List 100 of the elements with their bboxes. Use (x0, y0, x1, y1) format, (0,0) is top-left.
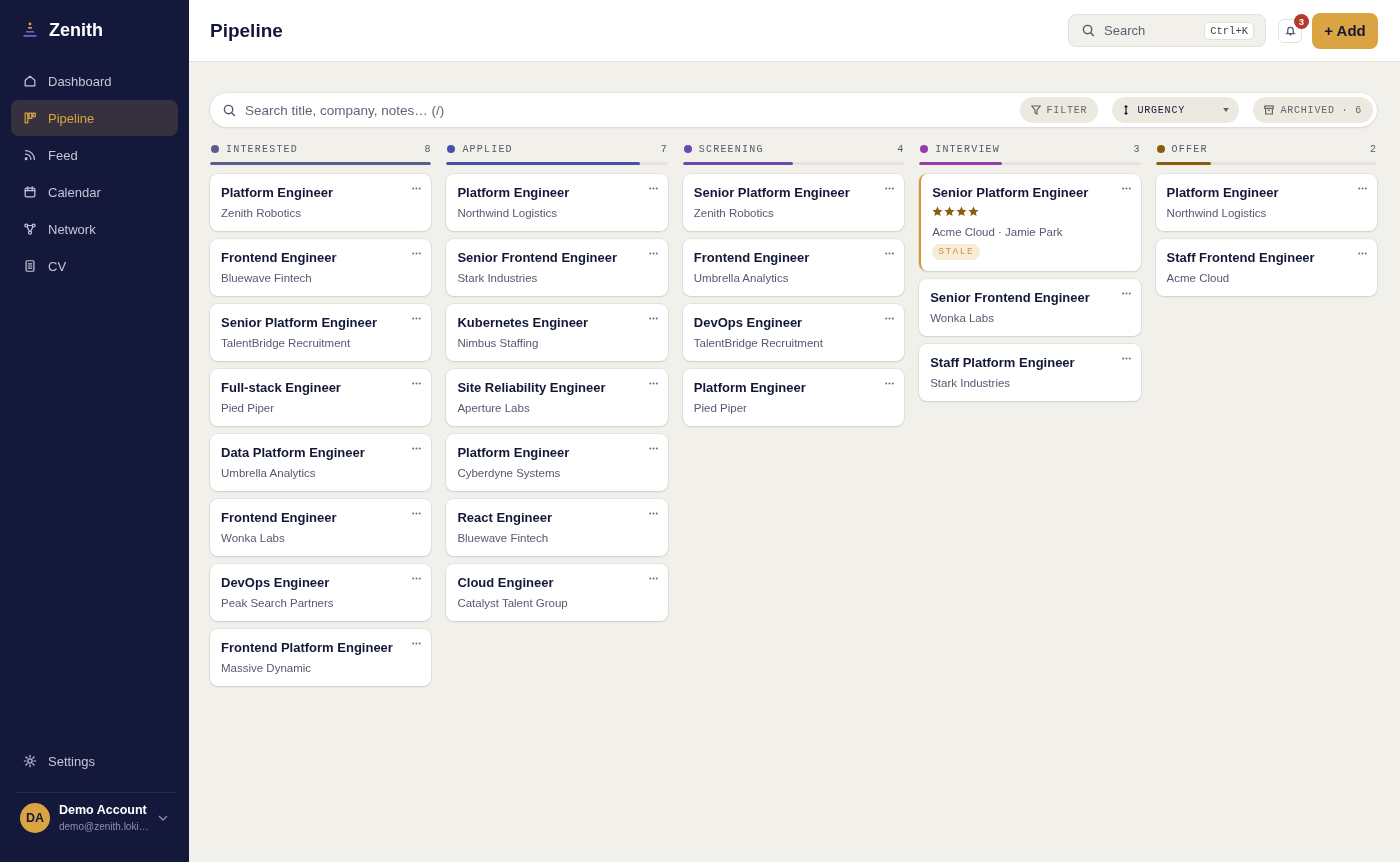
more-icon[interactable] (412, 512, 422, 515)
job-card[interactable]: Cloud Engineer Catalyst Talent Group (446, 564, 668, 621)
add-button[interactable]: + Add (1312, 12, 1378, 49)
card-title: React Engineer (457, 510, 554, 526)
more-icon[interactable] (885, 252, 895, 255)
more-icon[interactable] (648, 252, 658, 255)
card-title: Staff Frontend Engineer (1166, 250, 1316, 266)
chevron-down-icon[interactable] (157, 815, 168, 821)
job-card[interactable]: Full-stack Engineer Pied Piper (210, 369, 432, 426)
more-icon[interactable] (1358, 252, 1367, 255)
company-name: Catalyst Talent Group (457, 596, 568, 610)
more-icon[interactable] (412, 642, 422, 645)
company-name: Stark Industries (930, 376, 1011, 390)
more-icon[interactable] (412, 317, 422, 320)
company-name: Northwind Logistics (457, 206, 558, 220)
company-name: Northwind Logistics (1166, 206, 1267, 220)
sidebar-nav-item[interactable]: Feed (11, 137, 178, 173)
more-icon[interactable] (412, 382, 422, 385)
job-card[interactable]: Staff Platform Engineer Stark Industries (919, 344, 1141, 401)
card-title: Senior Frontend Engineer (457, 250, 618, 266)
card-title: Cloud Engineer (457, 575, 555, 591)
job-card[interactable]: Frontend Engineer Bluewave Fintech (210, 239, 432, 296)
card-title: Platform Engineer (693, 380, 807, 396)
sidebar-nav-item[interactable]: CV (11, 248, 178, 284)
company-name: Pied Piper (693, 401, 747, 415)
job-card[interactable]: Senior Platform Engineer Zenith Robotics (682, 174, 905, 231)
bell-icon (1284, 25, 1296, 36)
job-card[interactable]: Frontend Engineer Wonka Labs (210, 499, 432, 556)
more-icon[interactable] (412, 252, 422, 255)
more-icon[interactable] (412, 187, 422, 190)
job-card[interactable]: Senior Frontend Engineer Wonka Labs (919, 279, 1141, 336)
more-icon[interactable] (648, 447, 658, 450)
more-icon[interactable] (1121, 292, 1131, 295)
account-name: Demo Account (59, 803, 147, 817)
job-card[interactable]: Platform Engineer Pied Piper (682, 369, 905, 426)
card-title: Platform Engineer (221, 185, 334, 201)
job-card[interactable]: Platform Engineer Northwind Logistics (446, 174, 668, 231)
more-icon[interactable] (648, 512, 658, 515)
job-card[interactable]: Platform Engineer Cyberdyne Systems (446, 434, 668, 491)
more-icon[interactable] (648, 577, 658, 580)
home-icon (23, 74, 37, 88)
more-icon[interactable] (648, 187, 658, 190)
sidebar-nav-item[interactable]: Pipeline (11, 100, 178, 136)
kanban-icon (23, 111, 37, 125)
avatar[interactable]: DA (20, 803, 50, 833)
company-name: Umbrella Analytics (221, 466, 316, 480)
more-icon[interactable] (885, 187, 895, 190)
job-card[interactable]: Senior Platform Engineer TalentBridge Recruitment (210, 304, 432, 361)
more-icon[interactable] (1358, 187, 1367, 190)
settings-nav-item[interactable]: Settings (11, 743, 178, 779)
company-name: Nimbus Staffing (457, 336, 539, 350)
more-icon[interactable] (1121, 357, 1131, 360)
more-icon[interactable] (412, 447, 422, 450)
company-name: Acme Cloud (1166, 271, 1230, 285)
job-card[interactable]: DevOps Engineer TalentBridge Recruitment (682, 304, 905, 361)
card-title: Platform Engineer (457, 445, 571, 461)
more-icon[interactable] (412, 577, 422, 580)
more-icon[interactable] (648, 382, 658, 385)
job-card[interactable]: Data Platform Engineer Umbrella Analytics (210, 434, 432, 491)
more-icon[interactable] (885, 317, 895, 320)
board-search-field[interactable]: Search title, company, notes… (/) FILTER URGENCY ARCHIVED · 6 (210, 93, 1377, 127)
funnel-icon (1030, 105, 1041, 115)
column-title: SCREENING (698, 143, 764, 155)
job-card[interactable]: Senior Frontend Engineer Stark Industries (446, 239, 668, 296)
job-card[interactable]: Senior Platform Engineer Acme Cloud · Jamie Park STALE (919, 174, 1141, 271)
account-email: demo@zenith.loki… (59, 820, 149, 833)
star-icon (944, 206, 956, 217)
column-count: 8 (424, 143, 431, 155)
filter-button[interactable]: FILTER (1019, 97, 1099, 123)
board-search-input[interactable]: Search title, company, notes… (/) (245, 102, 1011, 118)
search-input[interactable]: Search (1104, 23, 1196, 38)
column-title: APPLIED (462, 143, 513, 155)
caret-down-icon (1223, 108, 1230, 112)
sidebar-nav-item[interactable]: Network (11, 211, 178, 247)
column-count: 7 (660, 143, 667, 155)
more-icon[interactable] (648, 317, 658, 320)
job-card[interactable]: Site Reliability Engineer Aperture Labs (446, 369, 668, 426)
archived-button[interactable]: ARCHIVED · 6 (1253, 97, 1373, 123)
archive-box-icon (1264, 105, 1275, 115)
logo-icon (23, 22, 37, 38)
company-name: Acme Cloud · Jamie Park (932, 225, 1063, 239)
job-card[interactable]: Platform Engineer Northwind Logistics (1155, 174, 1377, 231)
job-card[interactable]: Frontend Platform Engineer Massive Dynamic (210, 629, 432, 686)
card-title: Kubernetes Engineer (457, 315, 590, 331)
sort-dropdown[interactable]: URGENCY (1112, 97, 1240, 123)
job-card[interactable]: DevOps Engineer Peak Search Partners (210, 564, 432, 621)
job-card[interactable]: React Engineer Bluewave Fintech (446, 499, 668, 556)
job-card[interactable]: Frontend Engineer Umbrella Analytics (682, 239, 905, 296)
job-card[interactable]: Staff Frontend Engineer Acme Cloud (1155, 239, 1377, 296)
column-title: INTERVIEW (935, 143, 1000, 155)
job-card[interactable]: Platform Engineer Zenith Robotics (210, 174, 432, 231)
card-title: Full-stack Engineer (221, 380, 342, 396)
company-name: TalentBridge Recruitment (221, 336, 351, 350)
search-box[interactable]: Search Ctrl+K (1068, 14, 1266, 47)
sidebar-nav-item[interactable]: Dashboard (11, 63, 178, 99)
job-card[interactable]: Kubernetes Engineer Nimbus Staffing (446, 304, 668, 361)
more-icon[interactable] (885, 382, 895, 385)
company-name: Wonka Labs (930, 311, 994, 325)
sidebar-nav-item[interactable]: Calendar (11, 174, 178, 210)
more-icon[interactable] (1121, 187, 1131, 190)
